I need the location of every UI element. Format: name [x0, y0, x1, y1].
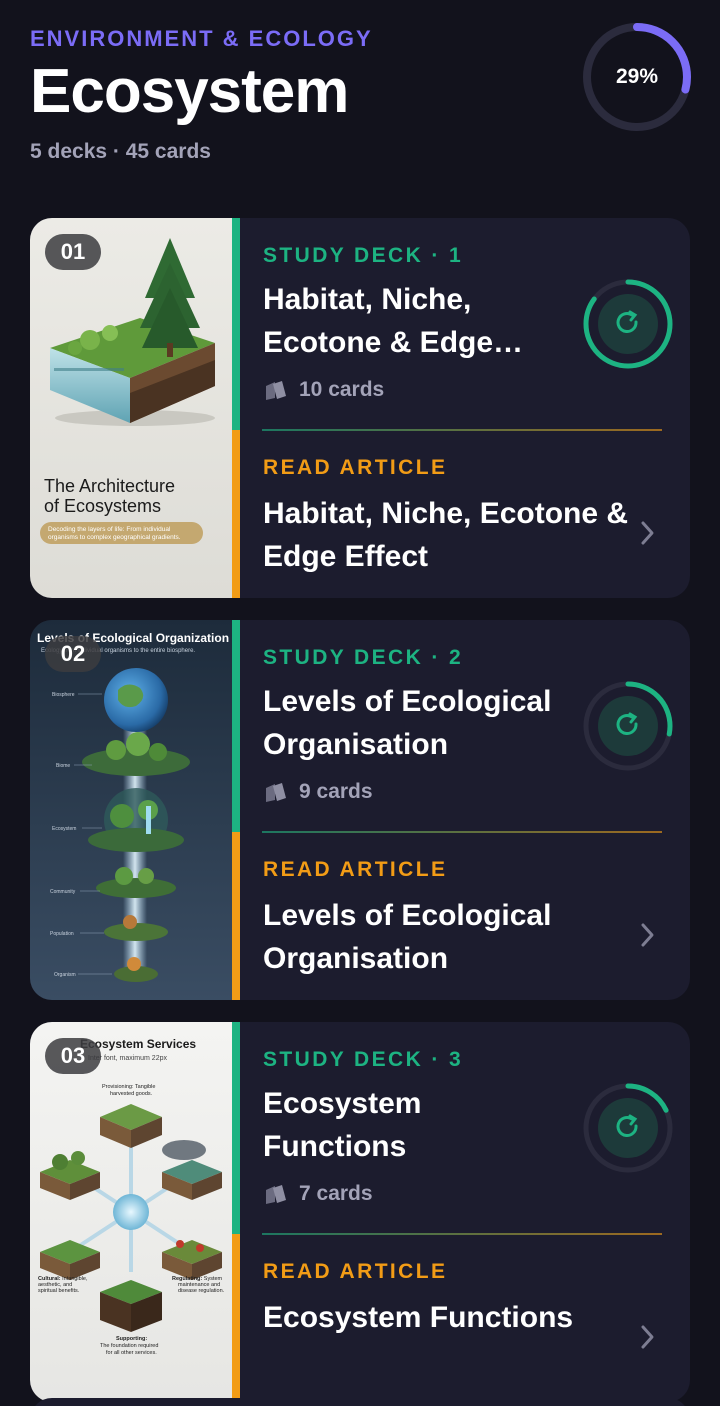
deck-card-4-partial	[30, 1398, 690, 1406]
cards-icon	[266, 381, 286, 400]
deck-card-3: Ecosystem Services Inter font, maximum 2…	[30, 1022, 690, 1402]
article-accent-bar	[232, 430, 240, 598]
study-accent-bar	[232, 1022, 240, 1234]
read-article-button-2[interactable]: READ ARTICLE Levels of Ecological Organi…	[240, 832, 690, 1000]
study-deck-button-3[interactable]: STUDY DECK · 3 Ecosystem Functions 7 car…	[240, 1022, 690, 1234]
deck-image-2: Levels of Ecological Organization Ecolog…	[30, 620, 232, 1000]
cards-icon	[266, 1185, 286, 1204]
study-accent-bar	[232, 218, 240, 430]
article-accent-bar	[232, 1234, 240, 1402]
overall-progress-label: 29%	[615, 65, 659, 88]
deck-image-3: Ecosystem Services Inter font, maximum 2…	[30, 1022, 232, 1402]
card-count-label: 9 cards	[299, 780, 373, 803]
svg-text:Decoding the layers of life: F: Decoding the layers of life: From indivi…	[48, 526, 171, 533]
svg-text:Supporting:: Supporting:	[116, 1336, 147, 1342]
svg-text:Population: Population	[50, 931, 74, 937]
image-title-line-2: of Ecosystems	[44, 496, 161, 516]
study-deck-title: Ecosystem Functions	[263, 1087, 422, 1163]
article-title: Ecosystem Functions	[263, 1301, 574, 1334]
card-count: 7 cards	[263, 1182, 373, 1206]
deck-progress-refresh-button[interactable]	[580, 1080, 676, 1176]
svg-text:harvested goods.: harvested goods.	[110, 1091, 153, 1097]
deck-card-1: The Architecture of Ecosystems Decoding …	[30, 218, 690, 598]
read-article-label: READ ARTICLE	[263, 1260, 448, 1283]
card-count: 10 cards	[263, 378, 384, 402]
image-title-line-1: The Architecture	[44, 476, 175, 496]
deck-progress-refresh-button[interactable]	[580, 678, 676, 774]
chevron-right-icon	[641, 521, 654, 545]
read-article-button-1[interactable]: READ ARTICLE Habitat, Niche, Ecotone & E…	[240, 430, 690, 598]
svg-text:for all other services.: for all other services.	[106, 1350, 157, 1356]
article-title: Levels of Ecological Organisation	[263, 899, 552, 975]
card-count-label: 7 cards	[299, 1182, 373, 1205]
read-article-label: READ ARTICLE	[263, 456, 448, 479]
deck-card-2: Levels of Ecological Organization Ecolog…	[30, 620, 690, 1000]
svg-text:Community: Community	[50, 889, 76, 895]
svg-text:organisms to complex geographi: organisms to complex geographical gradie…	[48, 534, 181, 541]
svg-text:Organism: Organism	[54, 972, 76, 978]
deck-image-1: The Architecture of Ecosystems Decoding …	[30, 218, 232, 598]
study-deck-label: STUDY DECK · 3	[263, 1048, 464, 1071]
svg-text:Provisioning: Tangible: Provisioning: Tangible	[102, 1084, 155, 1090]
card-count-label: 10 cards	[299, 378, 385, 401]
read-article-button-3[interactable]: READ ARTICLE Ecosystem Functions	[240, 1234, 690, 1402]
study-deck-button-2[interactable]: STUDY DECK · 2 Levels of Ecological Orga…	[240, 620, 690, 832]
deck-number-badge: 01	[45, 234, 101, 270]
study-deck-title: Levels of Ecological Organisation	[263, 685, 552, 761]
deck-summary: 5 decks · 45 cards	[30, 140, 211, 163]
article-title: Habitat, Niche, Ecotone & Edge Effect	[263, 497, 629, 573]
overall-progress-ring: 29%	[580, 20, 696, 136]
study-accent-bar	[232, 620, 240, 832]
svg-text:disease regulation.: disease regulation.	[178, 1288, 225, 1294]
chevron-right-icon	[641, 1325, 654, 1349]
read-article-label: READ ARTICLE	[263, 858, 448, 881]
study-deck-button-1[interactable]: STUDY DECK · 1 Habitat, Niche, Ecotone &…	[240, 218, 690, 430]
svg-text:The foundation required: The foundation required	[100, 1343, 158, 1349]
article-accent-bar	[232, 832, 240, 1000]
deck-progress-refresh-button[interactable]	[580, 276, 676, 372]
cards-icon	[266, 783, 286, 802]
study-deck-label: STUDY DECK · 1	[263, 244, 464, 267]
deck-number-badge: 03	[45, 1038, 101, 1074]
chevron-right-icon	[641, 923, 654, 947]
svg-text:Biosphere: Biosphere	[52, 692, 75, 698]
card-count: 9 cards	[263, 780, 373, 804]
study-deck-label: STUDY DECK · 2	[263, 646, 464, 669]
svg-text:spiritual benefits.: spiritual benefits.	[38, 1288, 80, 1294]
svg-text:Ecosystem: Ecosystem	[52, 826, 76, 832]
study-deck-title: Habitat, Niche, Ecotone & Edge Effect	[263, 283, 494, 359]
deck-number-badge: 02	[45, 636, 101, 672]
svg-text:Biome: Biome	[56, 763, 70, 769]
